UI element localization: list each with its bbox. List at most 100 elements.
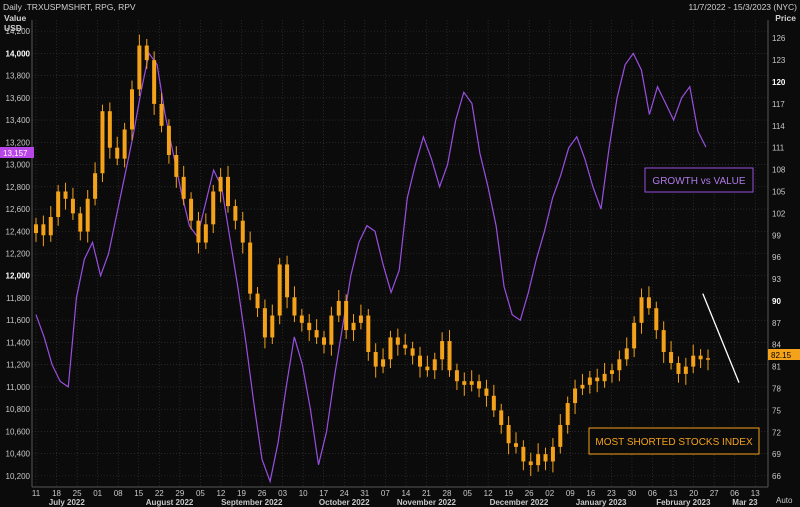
left-tick-label: 11,000 bbox=[6, 383, 30, 392]
candle-body bbox=[573, 388, 578, 404]
left-tick-label: 10,600 bbox=[6, 427, 31, 436]
right-tick-label: 81 bbox=[772, 363, 781, 372]
candle-body bbox=[388, 337, 393, 360]
right-tick-label: 75 bbox=[772, 406, 781, 415]
left-tick-label: 10,800 bbox=[6, 405, 31, 414]
candle-body bbox=[669, 352, 674, 363]
left-tick-label: 12,000 bbox=[6, 272, 31, 281]
left-tick-label: 13,000 bbox=[6, 161, 31, 170]
candle-body bbox=[41, 224, 46, 236]
candle-body bbox=[321, 337, 326, 345]
x-tick-label: 05 bbox=[463, 489, 472, 498]
left-tick-label: 11,800 bbox=[6, 294, 30, 303]
right-tick-label: 84 bbox=[772, 341, 781, 350]
candle-body bbox=[63, 191, 68, 199]
x-tick-label: 09 bbox=[566, 489, 575, 498]
candle-body bbox=[550, 446, 555, 462]
growth-annotation: GROWTH vs VALUE bbox=[652, 176, 745, 187]
candle-body bbox=[381, 359, 386, 367]
left-tick-label: 10,400 bbox=[6, 450, 31, 459]
candle-body bbox=[521, 446, 526, 462]
candle-body bbox=[299, 315, 304, 323]
candle-body bbox=[233, 206, 238, 221]
month-label: August 2022 bbox=[146, 498, 194, 507]
candle-body bbox=[491, 395, 496, 411]
candle-body bbox=[469, 381, 474, 385]
candle-body bbox=[129, 89, 134, 130]
candle-body bbox=[34, 224, 38, 234]
right-axis-label: Price bbox=[775, 13, 796, 23]
left-tick-label: 11,200 bbox=[6, 361, 30, 370]
candle-body bbox=[329, 315, 334, 345]
candle-body bbox=[462, 381, 467, 385]
plot-area bbox=[32, 20, 768, 487]
right-tick-label: 90 bbox=[772, 297, 781, 306]
month-label: October 2022 bbox=[319, 498, 370, 507]
candle-body bbox=[654, 308, 659, 331]
month-label: January 2023 bbox=[576, 498, 627, 507]
candle-body bbox=[580, 384, 585, 389]
x-tick-label: 22 bbox=[155, 489, 164, 498]
right-tick-label: 78 bbox=[772, 384, 781, 393]
month-label: February 2023 bbox=[656, 498, 711, 507]
left-tick-label: 13,800 bbox=[6, 72, 31, 81]
candle-body bbox=[477, 381, 482, 389]
candle-body bbox=[174, 154, 179, 177]
candle-body bbox=[270, 315, 275, 338]
left-tick-label: 13,600 bbox=[6, 94, 31, 103]
candle-body bbox=[78, 213, 83, 232]
x-tick-label: 06 bbox=[648, 489, 657, 498]
left-axis-label-value: Value bbox=[4, 13, 26, 23]
right-tick-label: 117 bbox=[772, 100, 785, 109]
shorted-annotation: MOST SHORTED STOCKS INDEX bbox=[595, 437, 753, 448]
x-tick-label: 05 bbox=[196, 489, 205, 498]
x-tick-label: 21 bbox=[422, 489, 431, 498]
x-tick-label: 23 bbox=[607, 489, 616, 498]
x-tick-label: 26 bbox=[525, 489, 534, 498]
x-tick-label: 06 bbox=[730, 489, 739, 498]
right-tick-label: 111 bbox=[772, 144, 785, 153]
x-tick-label: 13 bbox=[751, 489, 760, 498]
left-tick-label: 11,400 bbox=[6, 338, 30, 347]
candle-body bbox=[292, 297, 297, 316]
chart-root: 10,200 10,400 10,600 10,800 11,000 11,200 11,4… bbox=[0, 0, 800, 507]
auto-label[interactable]: Auto bbox=[776, 496, 793, 505]
candle-body bbox=[499, 410, 504, 425]
candle-body bbox=[698, 355, 703, 360]
right-current-value-label: 82.15 bbox=[771, 351, 792, 360]
candle-body bbox=[48, 217, 53, 236]
x-tick-label: 29 bbox=[175, 489, 184, 498]
candle-body bbox=[285, 264, 290, 298]
candle-body bbox=[152, 60, 157, 104]
candle-body bbox=[432, 359, 437, 371]
x-tick-label: 28 bbox=[443, 489, 452, 498]
left-tick-label: 10,200 bbox=[6, 472, 31, 481]
x-tick-label: 12 bbox=[484, 489, 493, 498]
candle-body bbox=[144, 45, 149, 61]
candle-body bbox=[159, 103, 164, 126]
candle-body bbox=[240, 220, 245, 243]
candle-body bbox=[417, 355, 422, 367]
candle-body bbox=[705, 358, 710, 360]
candle-body bbox=[676, 362, 681, 374]
candle-body bbox=[351, 322, 356, 331]
candle-body bbox=[189, 198, 194, 221]
candle-body bbox=[56, 191, 61, 218]
x-tick-label: 24 bbox=[340, 489, 349, 498]
candle-body bbox=[587, 377, 592, 385]
left-tick-label: 13,200 bbox=[6, 138, 31, 147]
candle-body bbox=[484, 388, 489, 396]
candle-body bbox=[506, 424, 511, 444]
candle-body bbox=[617, 359, 622, 371]
candle-body bbox=[70, 198, 75, 214]
candle-body bbox=[262, 308, 267, 338]
candle-body bbox=[691, 355, 696, 367]
candle-body bbox=[536, 454, 541, 466]
candle-body bbox=[595, 377, 600, 382]
candle-body bbox=[255, 293, 260, 309]
right-tick-label: 99 bbox=[772, 231, 781, 240]
candle-body bbox=[395, 337, 400, 345]
candle-body bbox=[115, 147, 120, 159]
x-tick-label: 31 bbox=[360, 489, 369, 498]
x-tick-label: 03 bbox=[278, 489, 287, 498]
